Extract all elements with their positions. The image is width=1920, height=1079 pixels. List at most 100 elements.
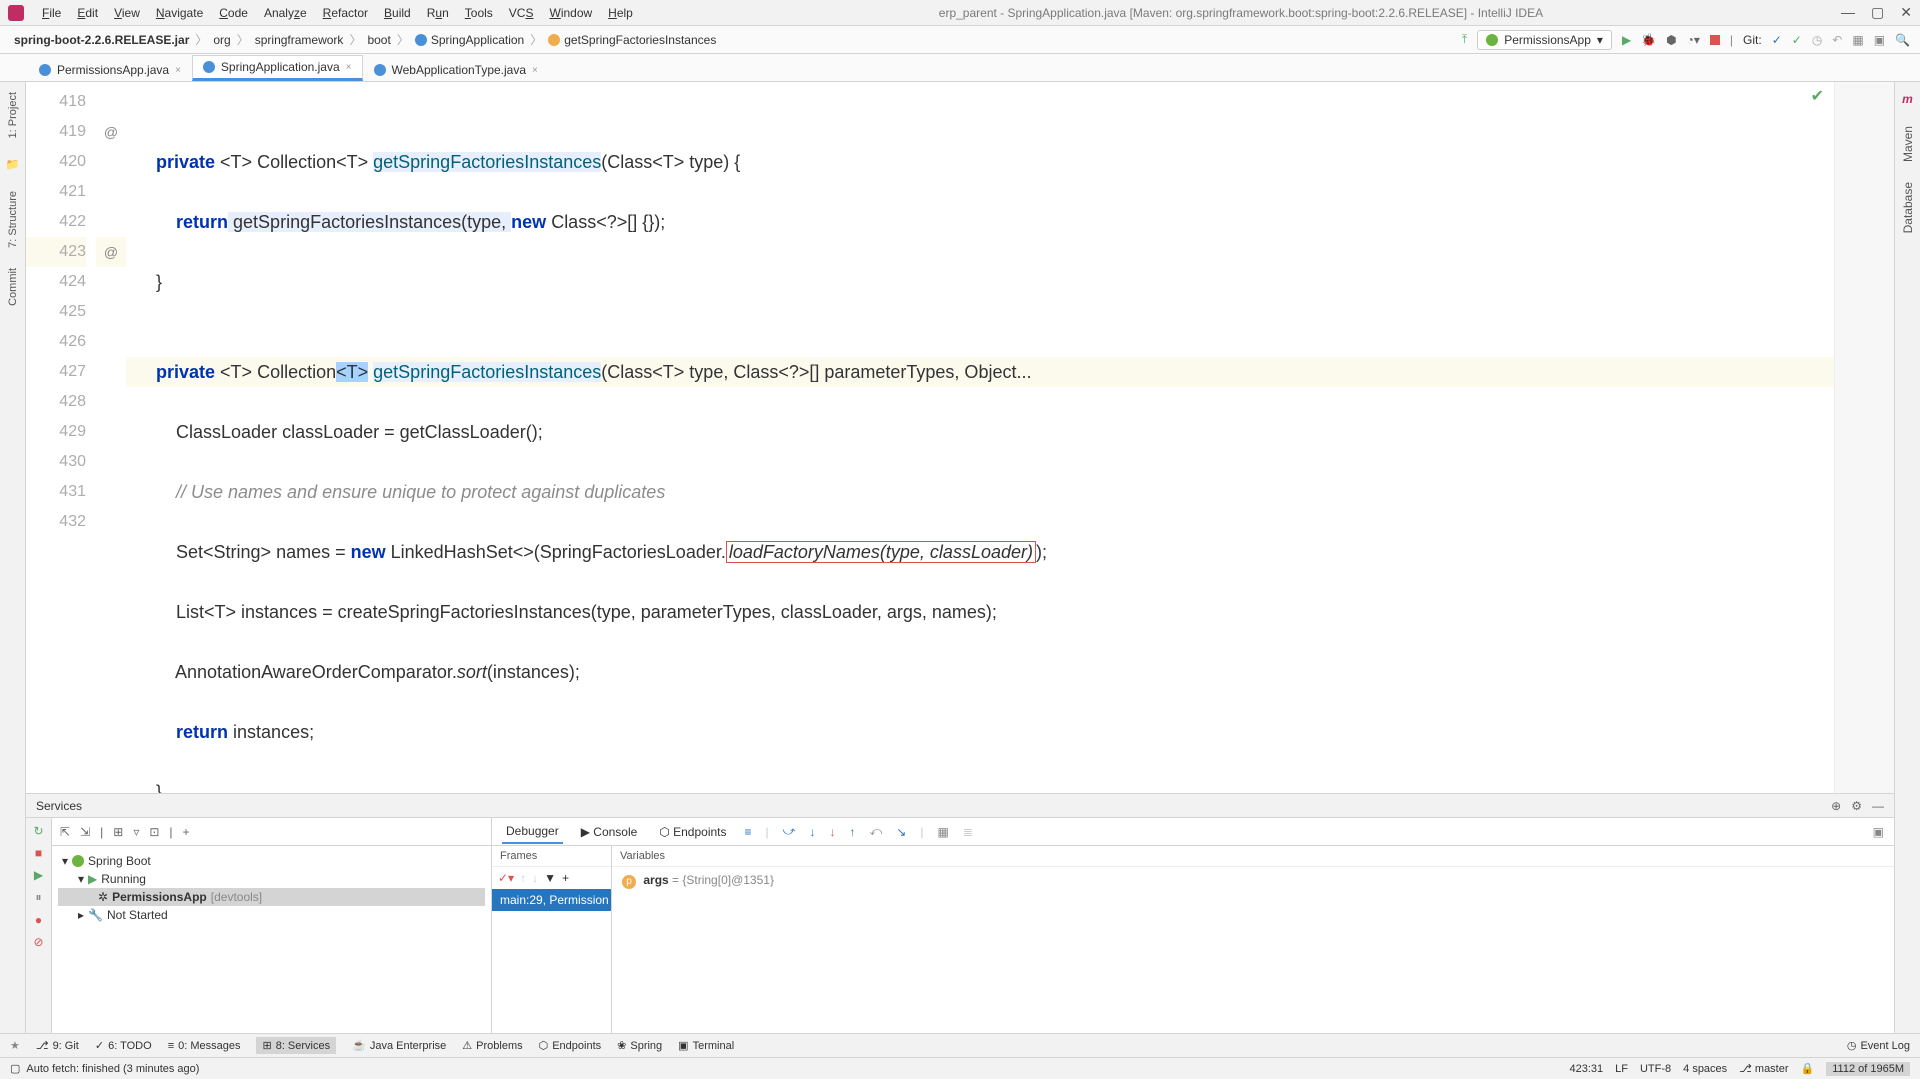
step-out-icon[interactable]: ↑ [849,825,855,839]
close-tab-icon[interactable]: × [175,65,181,76]
folder-icon[interactable]: 📁 [6,158,20,171]
frame-filter-icon[interactable]: ▼ [544,871,556,885]
tab-debugger[interactable]: Debugger [502,820,563,844]
thread-select[interactable]: ✓▾ [498,871,514,885]
dbg-layout-icon[interactable]: ▣ [1873,825,1884,839]
group-icon[interactable]: ⊞ [113,825,123,839]
menu-tools[interactable]: Tools [457,4,501,22]
gutter-icons[interactable]: @ @ [96,82,126,793]
frame-up-icon[interactable]: ↑ [520,871,526,885]
maven-m-icon[interactable]: m [1902,92,1913,106]
filter-icon[interactable]: ▿ [133,825,139,839]
bt-problems[interactable]: ⚠ Problems [462,1039,522,1052]
tab-endpoints[interactable]: ⬡ Endpoints [655,821,730,843]
close-tab-icon[interactable]: × [346,62,352,73]
git-revert-icon[interactable]: ↶ [1832,33,1842,47]
layout-icon[interactable]: ⊡ [149,825,159,839]
bt-endpoints[interactable]: ⬡ Endpoints [539,1039,602,1052]
tool-project[interactable]: 1: Project [7,92,19,138]
left-favorites-icon[interactable]: ★ [10,1039,20,1052]
crumb-org[interactable]: org [209,33,234,47]
force-step-icon[interactable]: ↓ [829,825,835,839]
memory-indicator[interactable]: 1112 of 1965M [1826,1062,1910,1076]
bt-messages[interactable]: ≡ 0: Messages [168,1040,241,1052]
bt-spring[interactable]: ❀ Spring [617,1039,662,1052]
tab-console[interactable]: ▶ Console [577,821,642,843]
menu-vcs[interactable]: VCS [501,4,542,22]
step-over-icon[interactable]: ⤻ [783,824,796,839]
frame-down-icon[interactable]: ↓ [532,871,538,885]
bt-git[interactable]: ⎇ 9: Git [36,1039,79,1052]
crumb-jar[interactable]: spring-boot-2.2.6.RELEASE.jar [10,33,193,47]
crumb-class[interactable]: SpringApplication [411,33,528,47]
evaluate-icon[interactable]: ▦ [937,825,948,839]
tool-commit[interactable]: Commit [7,268,19,306]
menu-view[interactable]: View [106,4,148,22]
bt-java-ee[interactable]: ☕ Java Enterprise [352,1039,446,1052]
run-config-select[interactable]: PermissionsApp ▾ [1477,30,1612,50]
tab-webapplicationtype[interactable]: WebApplicationType.java × [363,58,549,81]
services-hide-icon[interactable]: — [1872,799,1884,813]
close-icon[interactable]: ✕ [1900,4,1912,21]
menu-file[interactable]: File [34,4,69,22]
bt-todo[interactable]: ✓ 6: TODO [95,1039,152,1052]
minimize-icon[interactable]: — [1841,4,1855,21]
debug-icon[interactable]: 🐞 [1641,33,1656,47]
code-area[interactable]: private <T> Collection<T> getSpringFacto… [126,82,1834,793]
menu-build[interactable]: Build [376,4,419,22]
tool-structure[interactable]: 7: Structure [7,191,19,248]
profile-icon[interactable]: ◔▾ [1687,33,1700,47]
svc-stop-icon[interactable]: ■ [35,846,42,860]
expand-icon[interactable]: ⇱ [60,825,70,839]
search-icon[interactable]: 🔍 [1895,33,1910,47]
tool-database[interactable]: Database [1901,182,1915,233]
add-icon[interactable]: + [183,825,190,839]
git-commit-icon[interactable]: ✓ [1792,33,1802,47]
build-icon[interactable]: ⤒ [1462,32,1467,47]
services-tree[interactable]: ▾Spring Boot ▾▶Running ✲PermissionsApp [… [52,846,491,1033]
thread-icon[interactable]: ≡ [745,825,752,839]
variable-row[interactable]: p args = {String[0]@1351} [612,867,1894,895]
menu-code[interactable]: Code [211,4,256,22]
bt-services[interactable]: ⊞ 8: Services [256,1037,336,1054]
indent[interactable]: 4 spaces [1683,1063,1727,1075]
coverage-icon[interactable]: ⬢ [1666,33,1676,47]
caret-pos[interactable]: 423:31 [1569,1063,1603,1075]
inspection-ok-icon[interactable]: ✔ [1811,86,1824,106]
rerun-icon[interactable]: ↻ [33,824,43,838]
ide-icon1[interactable]: ▦ [1852,33,1863,47]
menu-run[interactable]: Run [419,4,457,22]
menu-analyze[interactable]: Analyze [256,4,315,22]
menu-help[interactable]: Help [600,4,641,22]
menu-edit[interactable]: Edit [69,4,106,22]
svc-bp-icon[interactable]: ● [35,913,42,927]
services-settings-icon[interactable]: ⚙ [1851,799,1862,813]
frame-add-icon[interactable]: + [562,871,569,885]
drop-frame-icon[interactable]: ⤺ [869,824,882,839]
line-gutter[interactable]: 418419420 421422423 424425426 427428429 … [26,82,96,793]
bt-terminal[interactable]: ▣ Terminal [678,1039,734,1052]
git-update-icon[interactable]: ✓ [1772,33,1782,47]
code-editor[interactable]: ✔ 418419420 421422423 424425426 42742842… [26,82,1894,793]
ide-icon2[interactable]: ▣ [1874,33,1885,47]
trace-icon[interactable]: ≣ [963,825,973,839]
status-process-icon[interactable]: ▢ [10,1062,20,1075]
svc-resume-icon[interactable]: ▶ [34,868,43,882]
services-gear-icon[interactable]: ⊕ [1831,799,1841,813]
step-into-icon[interactable]: ↓ [809,825,815,839]
frame-row[interactable]: main:29, Permission [492,889,611,911]
maximize-icon[interactable]: ▢ [1871,4,1884,21]
line-ending[interactable]: LF [1615,1063,1628,1075]
svc-pause-icon[interactable]: ⏸ [35,890,41,905]
tab-permissionsapp[interactable]: PermissionsApp.java × [28,58,192,81]
menu-navigate[interactable]: Navigate [148,4,211,22]
menu-refactor[interactable]: Refactor [315,4,376,22]
crumb-method[interactable]: getSpringFactoriesInstances [544,33,720,47]
git-history-icon[interactable]: ◷ [1812,33,1822,47]
encoding[interactable]: UTF-8 [1640,1063,1671,1075]
bt-event-log[interactable]: ◷ Event Log [1847,1039,1910,1052]
run-to-cursor-icon[interactable]: ↘ [896,825,906,839]
git-branch[interactable]: ⎇ master [1739,1062,1788,1075]
crumb-boot[interactable]: boot [363,33,394,47]
tab-springapplication[interactable]: SpringApplication.java × [192,55,363,81]
